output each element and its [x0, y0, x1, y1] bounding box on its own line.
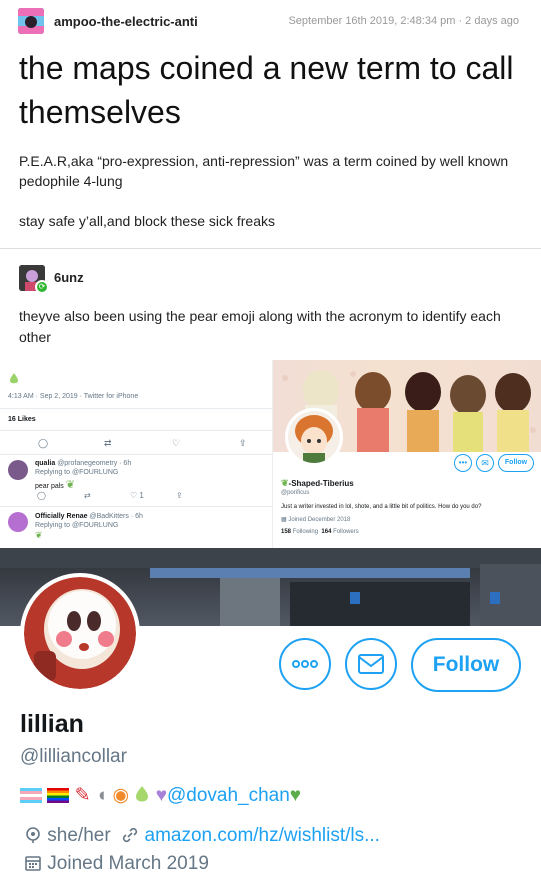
follow-button[interactable]: Follow	[411, 638, 521, 692]
profile-name: ❦-Shaped-Tiberius	[281, 478, 354, 488]
follow-button[interactable]: Follow	[498, 454, 534, 472]
reblog-icon: ⟳	[35, 280, 49, 294]
location-icon	[26, 827, 40, 843]
profile-joined: ▦ Joined December 2018	[281, 517, 351, 523]
avatar[interactable]	[8, 512, 28, 532]
reply-author: qualia @profanegeometry · 6h	[35, 460, 132, 467]
mail-icon[interactable]: ✉	[476, 454, 494, 472]
heart-emoji: ♥	[289, 785, 302, 806]
post-timestamp: September 16th 2019, 2:48:34 pm · 2 days…	[288, 15, 519, 27]
tweet-meta: 4:13 AM · Sep 2, 2019 · Twitter for iPho…	[8, 393, 139, 400]
tweet-divider	[0, 408, 272, 409]
avatar[interactable]	[8, 460, 28, 480]
profile-handle: @porificus	[281, 490, 310, 496]
reply-text: pear pals ❦	[35, 479, 75, 491]
profile-name: lillian	[20, 710, 84, 738]
reblogger-username[interactable]: 6unz	[54, 270, 84, 285]
like-icon[interactable]: ♡	[172, 438, 180, 449]
more-icon[interactable]	[279, 638, 331, 690]
embedded-profile-screenshot: ••• ✉ Follow ❦-Shaped-Tiberius @porificu…	[272, 360, 541, 548]
reply-icon[interactable]: ◯	[37, 491, 46, 500]
crayon-emoji: ✎	[74, 785, 91, 806]
reply-author: Officially Renae @BadKitters · 6h	[35, 513, 143, 520]
tweet-divider	[0, 454, 272, 455]
more-icon[interactable]: •••	[454, 454, 472, 472]
trans-flag-emoji	[20, 788, 42, 803]
avatar[interactable]	[285, 408, 343, 466]
tweet-divider	[0, 506, 272, 507]
retweet-icon[interactable]: ⇄	[84, 491, 91, 500]
reblog-divider	[0, 248, 541, 249]
poster-username[interactable]: ampoo-the-electric-anti	[54, 14, 198, 29]
pear-emoji: ❦	[35, 530, 43, 540]
share-icon[interactable]: ⇪	[239, 438, 247, 449]
reblog-text: theyve also been using the pear emoji al…	[19, 308, 501, 345]
tweet-divider	[0, 430, 272, 431]
reply-icon[interactable]: ◯	[38, 438, 48, 449]
link-icon	[123, 827, 138, 843]
profile-bio: ✎ ◖ ◉ ♥@dovah_chan♥	[20, 784, 301, 807]
profile-avatar[interactable]	[20, 573, 140, 693]
reply-replying-to: Replying to @FOURLUNG	[35, 469, 119, 476]
profile-joined: Joined March 2019	[24, 853, 209, 875]
mail-icon[interactable]	[345, 638, 397, 690]
post-paragraph-2: stay safe y’all,and block these sick fre…	[19, 213, 276, 229]
tweet-likes: 16 Likes	[8, 416, 36, 423]
pronouns: she/her	[47, 825, 111, 846]
retweet-icon[interactable]: ⇄	[104, 438, 112, 449]
like-icon[interactable]: ♡ 1	[130, 491, 144, 500]
profile-bio: Just a writer invested in lol, shote, an…	[281, 504, 482, 510]
lollipop-emoji: ◉	[112, 785, 130, 806]
profile-link[interactable]: amazon.com/hz/wishlist/ls...	[145, 825, 380, 846]
mouse-emoji: ◖	[95, 785, 108, 806]
pear-emoji	[136, 786, 149, 802]
embedded-tweet-screenshot: 4:13 AM · Sep 2, 2019 · Twitter for iPho…	[0, 352, 272, 548]
follow-counts[interactable]: 158 Following 164 Followers	[281, 529, 359, 535]
post-paragraph-1: P.E.A.R,aka “pro-expression, anti-repres…	[19, 153, 509, 189]
joined-date: Joined March 2019	[47, 853, 209, 874]
poster-avatar[interactable]	[18, 8, 44, 34]
heart-emoji: ♥	[155, 785, 167, 806]
share-icon[interactable]: ⇪	[176, 491, 183, 500]
post-title: the maps coined a new term to call thems…	[19, 50, 514, 130]
profile-handle: @lilliancollar	[20, 746, 127, 767]
pear-emoji	[10, 373, 18, 384]
calendar-icon	[25, 856, 41, 871]
mention-link[interactable]: @dovah_chan	[167, 785, 290, 806]
reply-replying-to: Replying to @FOURLUNG	[35, 522, 119, 529]
profile-meta: she/her amazon.com/hz/wishlist/ls...	[24, 825, 380, 847]
rainbow-flag-emoji	[47, 788, 70, 803]
